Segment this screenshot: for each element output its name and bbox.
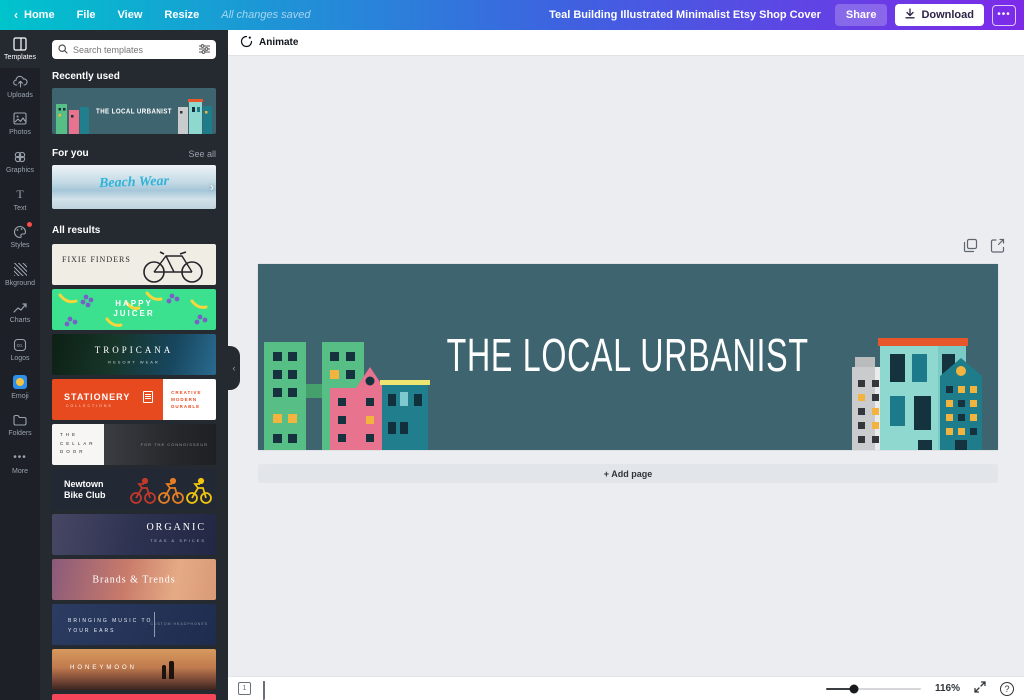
sidebar-item-background[interactable]: Bkground [0,256,40,294]
share-button[interactable]: Share [835,4,888,26]
template-thumb-bringing-music[interactable]: BRINGING MUSIC TO YOUR EARS CUSTOM HEADP… [52,604,216,645]
template-thumb-organic[interactable]: ORGANIC TEAS & SPICES [52,514,216,555]
template-thumb-tropicana[interactable]: TROPICANA RESORT WEAR [52,334,216,375]
search-input[interactable] [73,45,194,55]
templates-icon [13,36,28,51]
text-icon: T [13,187,28,202]
palette-icon [13,224,28,239]
design-page-canvas[interactable]: THE LOCAL URBANIST [258,264,998,450]
for-you-heading: For you [52,148,89,159]
add-page-button[interactable]: + Add page [258,464,998,483]
page-list-icon[interactable]: 1 [238,682,251,695]
context-toolbar: Animate [228,30,1024,56]
sidebar-item-logos[interactable]: co. Logos [0,331,40,369]
filter-sliders-icon[interactable] [199,41,210,59]
status-bar: 1 116% ? [228,676,1024,700]
logo-badge-icon: co. [13,337,28,352]
template-results-list: Fixie Finders HAPPY JUICER [52,244,216,700]
new-page-icon[interactable] [990,238,1005,253]
sidebar-item-graphics[interactable]: Graphics [0,143,40,181]
sidebar-item-charts[interactable]: Charts [0,293,40,331]
search-box [52,40,216,59]
templates-panel: Recently used THE LOCAL URBANIST For you… [40,30,228,700]
template-thumb-happy-juicer[interactable]: HAPPY JUICER [52,289,216,330]
sidebar-item-templates[interactable]: Templates [0,30,40,68]
bicycle-illustration [124,246,214,283]
sidebar-item-styles[interactable]: Styles [0,218,40,256]
template-thumb-newtown-bike-club[interactable]: Newtown Bike Club [52,469,216,510]
template-thumb-recent-local-urbanist[interactable]: THE LOCAL URBANIST [52,88,216,134]
background-pattern-icon [13,262,28,277]
emoji-icon [13,375,28,390]
template-thumb-fixie-finders[interactable]: Fixie Finders [52,244,216,285]
help-icon[interactable]: ? [1000,682,1014,696]
template-thumb-red-frame[interactable] [52,694,216,700]
photo-icon [13,111,28,126]
more-options-button[interactable]: ••• [992,5,1016,26]
sidebar-rail: Templates Uploads Photos Graphics T Text… [0,30,40,700]
folder-icon [13,412,28,427]
page-actions [963,238,1005,253]
home-button[interactable]: ‹ Home [14,8,55,22]
sidebar-item-more[interactable]: ••• More [0,444,40,482]
template-thumb-brands-trends[interactable]: Brands & Trends [52,559,216,600]
animate-icon [240,35,253,51]
carousel-next-chevron-icon[interactable]: › [207,175,216,199]
notification-dot [27,222,32,227]
zoom-slider-knob[interactable] [850,684,859,693]
chart-line-icon [13,299,28,314]
template-thumb-beach-wear[interactable]: Beach Wear › [52,165,216,209]
zoom-level[interactable]: 116% [935,683,960,694]
notepad-icon [143,391,153,403]
beach-wear-title: Beach Wear [99,174,169,192]
notes-icon[interactable] [263,682,276,695]
collapse-chevron-icon: ‹ [233,363,236,373]
duplicate-page-icon[interactable] [963,238,978,253]
recent-thumb-title: THE LOCAL URBANIST [96,107,172,116]
top-bar: ‹ Home File View Resize All changes save… [0,0,1024,30]
template-thumb-cellar-door[interactable]: THE CELLAR DOOR FOR THE CONNOISSEUR [52,424,216,465]
cyclists-illustration [130,475,212,505]
see-all-link[interactable]: See all [188,149,216,159]
recently-used-heading: Recently used [52,71,216,82]
shapes-icon [13,149,28,164]
design-title-text[interactable]: THE LOCAL URBANIST [258,328,998,382]
ellipsis-icon: ••• [997,9,1011,20]
more-dots-icon: ••• [13,450,28,465]
sidebar-item-photos[interactable]: Photos [0,105,40,143]
sidebar-item-text[interactable]: T Text [0,180,40,218]
workspace: Animate [228,30,1024,700]
animate-button[interactable]: Animate [240,35,298,51]
download-button[interactable]: Download [895,4,984,26]
menu-view[interactable]: View [118,9,143,21]
sidebar-item-folders[interactable]: Folders [0,406,40,444]
download-icon [905,8,915,22]
upload-cloud-icon [13,74,28,89]
sidebar-item-uploads[interactable]: Uploads [0,68,40,106]
autosave-status: All changes saved [221,9,310,21]
sidebar-item-emoji[interactable]: Emoji [0,368,40,406]
template-thumb-stationery[interactable]: STATIONERY COLLECTIONS CREATIVE MODERN D… [52,379,216,420]
document-title[interactable]: Teal Building Illustrated Minimalist Ets… [549,9,821,21]
svg-text:co.: co. [17,343,24,349]
all-results-heading: All results [52,225,216,236]
couple-silhouette [169,661,174,679]
home-label: Home [24,9,55,21]
fullscreen-icon[interactable] [974,680,986,698]
template-thumb-honeymoon[interactable]: HONEYMOON [52,649,216,690]
menu-resize[interactable]: Resize [164,9,199,21]
search-icon [58,41,68,59]
back-chevron-icon: ‹ [14,8,18,22]
menu-file[interactable]: File [77,9,96,21]
canvas-zone: THE LOCAL URBANIST + Add page [228,56,1024,676]
panel-collapse-handle[interactable]: ‹ [228,346,240,390]
zoom-slider[interactable] [826,684,921,694]
